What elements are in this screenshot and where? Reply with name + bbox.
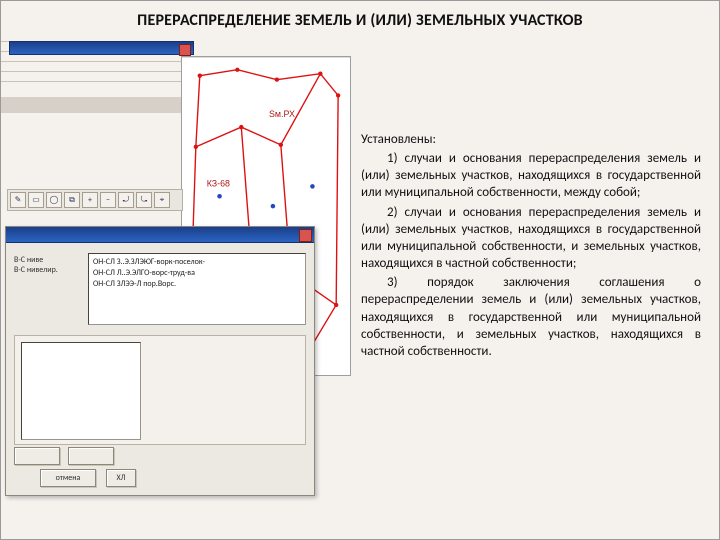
field-label: В-С ниве	[14, 255, 80, 265]
decorative-band	[1, 97, 191, 113]
dialog-window: В-С ниве В-С нивелир. ОН-СЛ З..Э.ЗЛЭЮГ-в…	[5, 226, 315, 496]
list-item[interactable]: ОН-СЛ Л..Э.ЭЛГО-ворс-труд-ва	[93, 268, 301, 279]
dialog-button[interactable]	[14, 447, 60, 465]
tool-icon[interactable]: ▭	[28, 192, 44, 208]
parcel-label-right: Sм.РХ	[269, 109, 295, 119]
slide-title: ПЕРЕРАСПРЕДЕЛЕНИЕ ЗЕМЕЛЬ И (ИЛИ) ЗЕМЕЛЬН…	[1, 11, 719, 30]
dialog-listbox[interactable]: ОН-СЛ З..Э.ЗЛЭЮГ-ворк-поселок- ОН-СЛ Л..…	[88, 253, 306, 325]
tool-icon[interactable]: ✎	[10, 192, 26, 208]
toolbar: ✎ ▭ ◯ ⧉ + − ⤾ ⤿ ⌖	[7, 189, 183, 211]
tool-icon[interactable]: ⤾	[118, 192, 134, 208]
text-intro: Установлены:	[361, 131, 701, 148]
tool-icon[interactable]: ◯	[46, 192, 62, 208]
list-item[interactable]: ОН-СЛ З..Э.ЗЛЭЮГ-ворк-поселок-	[93, 257, 301, 268]
cancel-button[interactable]: отмена	[40, 469, 96, 487]
window-titlebar	[9, 41, 194, 55]
tool-icon[interactable]: ⤿	[136, 192, 152, 208]
tool-icon[interactable]: ⧉	[64, 192, 80, 208]
tool-icon[interactable]: +	[82, 192, 98, 208]
value-button[interactable]: ХЛ	[106, 469, 136, 487]
dialog-labels: В-С ниве В-С нивелир.	[14, 255, 80, 276]
text-item-1: 1) случаи и основания перераспределения …	[361, 150, 701, 201]
tool-icon[interactable]: −	[100, 192, 116, 208]
dialog-subpanel	[14, 335, 306, 445]
text-column: Установлены: 1) случаи и основания перер…	[361, 131, 701, 362]
text-item-2: 2) случаи и основания перераспределения …	[361, 204, 701, 273]
dialog-button[interactable]	[68, 447, 114, 465]
list-item[interactable]: ОН-СЛ ЗЛЭЭ-Л пор.Ворс.	[93, 279, 301, 290]
dialog-titlebar	[6, 227, 314, 243]
preview-canvas	[21, 342, 141, 440]
tool-icon[interactable]: ⌖	[154, 192, 170, 208]
field-label: В-С нивелир.	[14, 265, 80, 275]
text-item-3: 3) порядок заключения соглашения о перер…	[361, 274, 701, 360]
parcel-label-left: КЗ-68	[207, 178, 230, 188]
